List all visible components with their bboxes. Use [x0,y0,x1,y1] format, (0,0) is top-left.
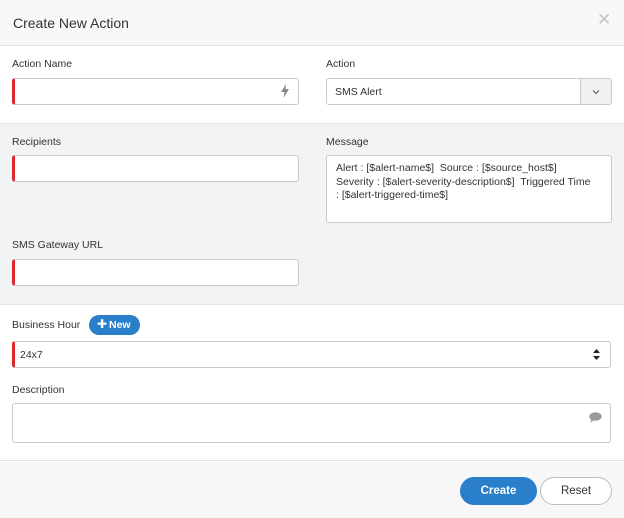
new-button-label: New [109,319,131,331]
recipients-label: Recipients [12,136,62,148]
recipients-section: Recipients Message Alert : [$alert-name$… [0,124,624,305]
description-label: Description [12,384,65,396]
action-name-field[interactable] [12,78,299,105]
recipients-field[interactable] [12,155,299,182]
message-textarea[interactable]: Alert : [$alert-name$] Source : [$source… [326,155,612,223]
schedule-section: Business Hour ✚ New 24x7 Description [0,305,624,461]
reset-button[interactable]: Reset [540,477,612,505]
dialog-footer: Create Reset [0,462,624,518]
description-textarea[interactable] [12,403,611,443]
new-business-hour-button[interactable]: ✚ New [89,315,140,335]
action-label: Action [326,58,356,70]
close-icon[interactable]: ✕ [597,11,611,29]
sms-gateway-url-input[interactable] [19,260,278,285]
business-hour-select[interactable]: 24x7 [12,341,611,368]
plus-icon: ✚ [97,317,108,331]
message-label: Message [326,136,369,148]
action-dropdown-button[interactable] [580,79,611,104]
sms-gateway-url-label: SMS Gateway URL [12,239,104,251]
action-name-label: Action Name [12,58,73,70]
action-name-input[interactable] [19,79,278,104]
bolt-icon [281,84,289,98]
recipients-input[interactable] [19,156,278,181]
action-section: Action Name Action SMS Alert [0,47,624,124]
sms-gateway-url-field[interactable] [12,259,299,286]
action-select-value: SMS Alert [335,86,382,98]
dialog-title: Create New Action [13,15,129,31]
action-select[interactable]: SMS Alert [326,78,612,105]
create-button[interactable]: Create [460,477,537,505]
comment-icon [589,412,602,423]
updown-icon [593,349,600,360]
chevron-down-icon [592,90,600,95]
dialog-header: Create New Action ✕ [0,0,624,46]
business-hour-label: Business Hour [12,319,81,331]
create-action-dialog: Create New Action ✕ Action Name Action S… [0,0,624,518]
business-hour-value: 24x7 [20,349,43,361]
